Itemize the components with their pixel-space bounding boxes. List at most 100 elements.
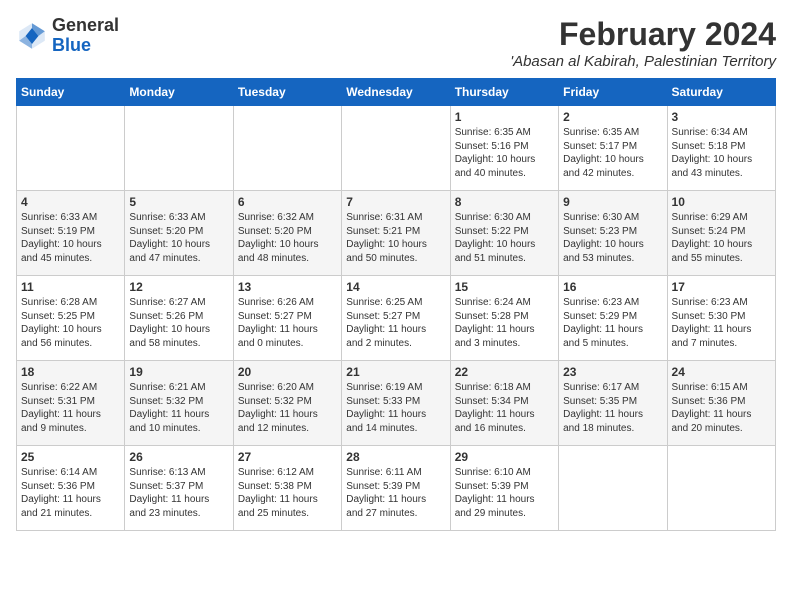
- day-info: Sunrise: 6:14 AM Sunset: 5:36 PM Dayligh…: [21, 466, 120, 520]
- day-info: Sunrise: 6:10 AM Sunset: 5:39 PM Dayligh…: [455, 466, 554, 520]
- calendar-cell: 27 Sunrise: 6:12 AM Sunset: 5:38 PM Dayli…: [233, 446, 341, 531]
- calendar-cell: 7 Sunrise: 6:31 AM Sunset: 5:21 PM Daylig…: [342, 191, 450, 276]
- day-number: 29: [455, 450, 554, 464]
- day-info: Sunrise: 6:34 AM Sunset: 5:18 PM Dayligh…: [672, 126, 771, 180]
- header-cell-tuesday: Tuesday: [233, 79, 341, 106]
- day-number: 27: [238, 450, 337, 464]
- day-info: Sunrise: 6:29 AM Sunset: 5:24 PM Dayligh…: [672, 211, 771, 265]
- calendar-week-2: 4Sunrise: 6:33 AM Sunset: 5:19 PM Daylig…: [17, 191, 776, 276]
- day-number: 13: [238, 280, 337, 294]
- logo-line1: General: [52, 16, 119, 36]
- header-row: SundayMondayTuesdayWednesdayThursdayFrid…: [17, 79, 776, 106]
- day-info: Sunrise: 6:26 AM Sunset: 5:27 PM Dayligh…: [238, 296, 337, 350]
- calendar-week-3: 11Sunrise: 6:28 AM Sunset: 5:25 PM Dayli…: [17, 276, 776, 361]
- logo-icon: [16, 20, 48, 52]
- calendar-cell: 19 Sunrise: 6:21 AM Sunset: 5:32 PM Dayli…: [125, 361, 233, 446]
- calendar-cell: 15 Sunrise: 6:24 AM Sunset: 5:28 PM Dayli…: [450, 276, 558, 361]
- calendar-cell: [125, 106, 233, 191]
- day-number: 23: [563, 365, 662, 379]
- day-number: 1: [455, 110, 554, 124]
- calendar-cell: 24Sunrise: 6:15 AM Sunset: 5:36 PM Dayli…: [667, 361, 775, 446]
- day-number: 6: [238, 195, 337, 209]
- day-info: Sunrise: 6:22 AM Sunset: 5:31 PM Dayligh…: [21, 381, 120, 435]
- month-year-title: February 2024: [510, 16, 776, 53]
- calendar-cell: 16 Sunrise: 6:23 AM Sunset: 5:29 PM Dayli…: [559, 276, 667, 361]
- day-number: 14: [346, 280, 445, 294]
- calendar-cell: 22Sunrise: 6:18 AM Sunset: 5:34 PM Dayli…: [450, 361, 558, 446]
- day-number: 28: [346, 450, 445, 464]
- day-info: Sunrise: 6:31 AM Sunset: 5:21 PM Dayligh…: [346, 211, 445, 265]
- day-info: Sunrise: 6:19 AM Sunset: 5:33 PM Dayligh…: [346, 381, 445, 435]
- logo: General Blue: [16, 16, 119, 56]
- day-info: Sunrise: 6:32 AM Sunset: 5:20 PM Dayligh…: [238, 211, 337, 265]
- calendar-cell: 29 Sunrise: 6:10 AM Sunset: 5:39 PM Dayli…: [450, 446, 558, 531]
- day-info: Sunrise: 6:33 AM Sunset: 5:19 PM Dayligh…: [21, 211, 120, 265]
- calendar-cell: 8 Sunrise: 6:30 AM Sunset: 5:22 PM Daylig…: [450, 191, 558, 276]
- logo-line2: Blue: [52, 36, 119, 56]
- day-info: Sunrise: 6:27 AM Sunset: 5:26 PM Dayligh…: [129, 296, 228, 350]
- day-number: 15: [455, 280, 554, 294]
- day-info: Sunrise: 6:35 AM Sunset: 5:17 PM Dayligh…: [563, 126, 662, 180]
- day-info: Sunrise: 6:13 AM Sunset: 5:37 PM Dayligh…: [129, 466, 228, 520]
- calendar-cell: 20 Sunrise: 6:20 AM Sunset: 5:32 PM Dayli…: [233, 361, 341, 446]
- day-number: 19: [129, 365, 228, 379]
- day-info: Sunrise: 6:11 AM Sunset: 5:39 PM Dayligh…: [346, 466, 445, 520]
- day-info: Sunrise: 6:12 AM Sunset: 5:38 PM Dayligh…: [238, 466, 337, 520]
- calendar-cell: 28 Sunrise: 6:11 AM Sunset: 5:39 PM Dayli…: [342, 446, 450, 531]
- calendar-cell: 10 Sunrise: 6:29 AM Sunset: 5:24 PM Dayli…: [667, 191, 775, 276]
- day-info: Sunrise: 6:23 AM Sunset: 5:30 PM Dayligh…: [672, 296, 771, 350]
- day-number: 10: [672, 195, 771, 209]
- calendar-cell: 25Sunrise: 6:14 AM Sunset: 5:36 PM Dayli…: [17, 446, 125, 531]
- day-info: Sunrise: 6:24 AM Sunset: 5:28 PM Dayligh…: [455, 296, 554, 350]
- day-number: 2: [563, 110, 662, 124]
- calendar-cell: 21 Sunrise: 6:19 AM Sunset: 5:33 PM Dayli…: [342, 361, 450, 446]
- day-number: 5: [129, 195, 228, 209]
- day-number: 9: [563, 195, 662, 209]
- day-info: Sunrise: 6:21 AM Sunset: 5:32 PM Dayligh…: [129, 381, 228, 435]
- header-cell-thursday: Thursday: [450, 79, 558, 106]
- calendar-cell: 17 Sunrise: 6:23 AM Sunset: 5:30 PM Dayli…: [667, 276, 775, 361]
- day-number: 21: [346, 365, 445, 379]
- calendar-cell: 18 Sunrise: 6:22 AM Sunset: 5:31 PM Dayli…: [17, 361, 125, 446]
- day-number: 20: [238, 365, 337, 379]
- calendar-cell: 26 Sunrise: 6:13 AM Sunset: 5:37 PM Dayli…: [125, 446, 233, 531]
- day-info: Sunrise: 6:20 AM Sunset: 5:32 PM Dayligh…: [238, 381, 337, 435]
- calendar-cell: 3Sunrise: 6:34 AM Sunset: 5:18 PM Daylig…: [667, 106, 775, 191]
- day-info: Sunrise: 6:30 AM Sunset: 5:23 PM Dayligh…: [563, 211, 662, 265]
- day-number: 26: [129, 450, 228, 464]
- day-number: 12: [129, 280, 228, 294]
- calendar-cell: 1 Sunrise: 6:35 AM Sunset: 5:16 PM Daylig…: [450, 106, 558, 191]
- header-cell-friday: Friday: [559, 79, 667, 106]
- day-info: Sunrise: 6:23 AM Sunset: 5:29 PM Dayligh…: [563, 296, 662, 350]
- header-cell-wednesday: Wednesday: [342, 79, 450, 106]
- calendar-body: 1 Sunrise: 6:35 AM Sunset: 5:16 PM Daylig…: [17, 106, 776, 531]
- day-number: 16: [563, 280, 662, 294]
- calendar-cell: 6 Sunrise: 6:32 AM Sunset: 5:20 PM Daylig…: [233, 191, 341, 276]
- calendar-table: SundayMondayTuesdayWednesdayThursdayFrid…: [16, 78, 776, 531]
- header-cell-sunday: Sunday: [17, 79, 125, 106]
- calendar-cell: 12 Sunrise: 6:27 AM Sunset: 5:26 PM Dayli…: [125, 276, 233, 361]
- day-info: Sunrise: 6:35 AM Sunset: 5:16 PM Dayligh…: [455, 126, 554, 180]
- day-number: 24: [672, 365, 771, 379]
- location-subtitle: 'Abasan al Kabirah, Palestinian Territor…: [510, 53, 776, 70]
- page-header: General Blue February 2024 'Abasan al Ka…: [16, 16, 776, 70]
- calendar-cell: [233, 106, 341, 191]
- calendar-week-5: 25Sunrise: 6:14 AM Sunset: 5:36 PM Dayli…: [17, 446, 776, 531]
- calendar-cell: [17, 106, 125, 191]
- logo-text: General Blue: [52, 16, 119, 56]
- day-info: Sunrise: 6:28 AM Sunset: 5:25 PM Dayligh…: [21, 296, 120, 350]
- calendar-header: SundayMondayTuesdayWednesdayThursdayFrid…: [17, 79, 776, 106]
- calendar-week-4: 18 Sunrise: 6:22 AM Sunset: 5:31 PM Dayli…: [17, 361, 776, 446]
- day-number: 17: [672, 280, 771, 294]
- day-number: 8: [455, 195, 554, 209]
- day-info: Sunrise: 6:18 AM Sunset: 5:34 PM Dayligh…: [455, 381, 554, 435]
- calendar-week-1: 1 Sunrise: 6:35 AM Sunset: 5:16 PM Daylig…: [17, 106, 776, 191]
- calendar-cell: [559, 446, 667, 531]
- day-number: 7: [346, 195, 445, 209]
- calendar-cell: 23 Sunrise: 6:17 AM Sunset: 5:35 PM Dayli…: [559, 361, 667, 446]
- calendar-cell: [342, 106, 450, 191]
- day-info: Sunrise: 6:25 AM Sunset: 5:27 PM Dayligh…: [346, 296, 445, 350]
- day-number: 18: [21, 365, 120, 379]
- day-info: Sunrise: 6:30 AM Sunset: 5:22 PM Dayligh…: [455, 211, 554, 265]
- day-info: Sunrise: 6:17 AM Sunset: 5:35 PM Dayligh…: [563, 381, 662, 435]
